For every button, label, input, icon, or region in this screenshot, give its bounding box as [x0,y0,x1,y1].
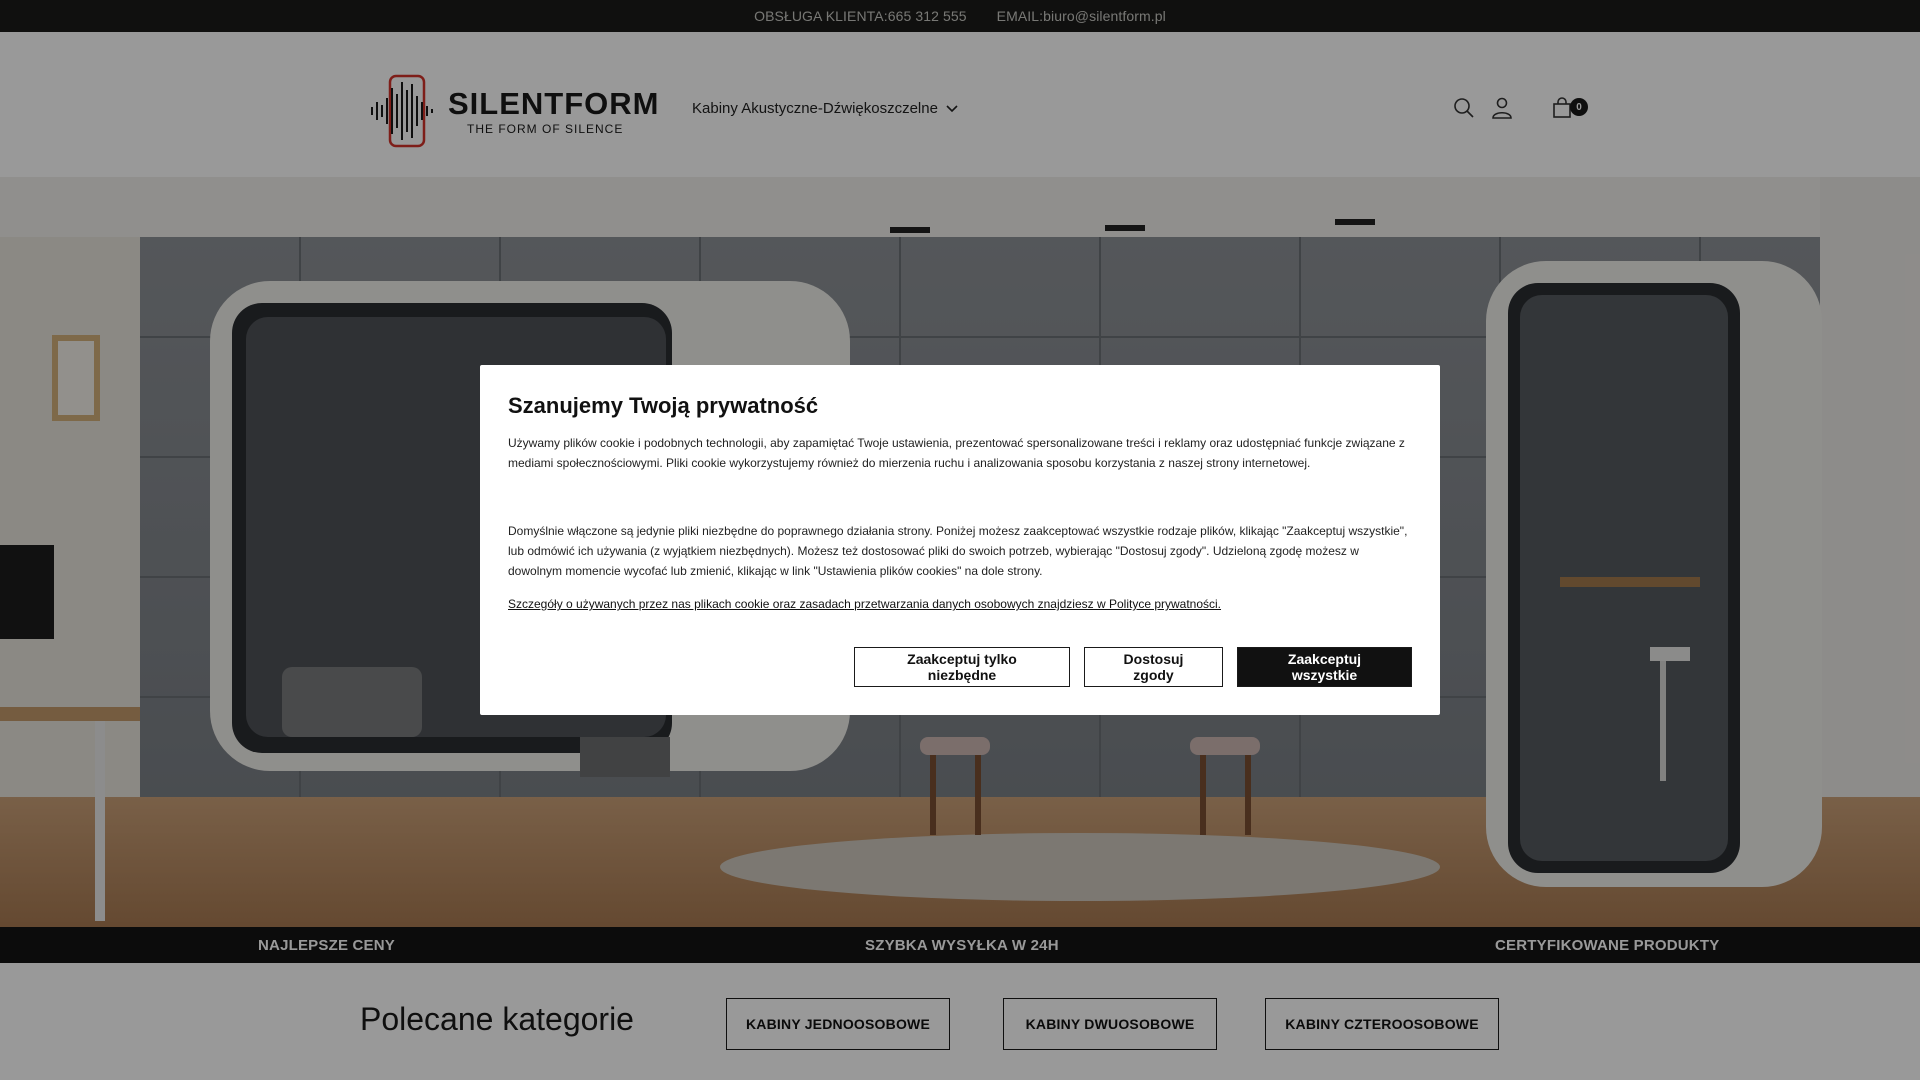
accept-all-button[interactable]: Zaakceptuj wszystkie [1237,647,1412,687]
accept-necessary-button[interactable]: Zaakceptuj tylko niezbędne [854,647,1070,687]
cookie-paragraph-1: Używamy plików cookie i podobnych techno… [508,436,1405,470]
customize-consent-button[interactable]: Dostosuj zgody [1084,647,1223,687]
cookie-paragraph-2: Domyślnie włączone są jedynie pliki niez… [508,524,1408,578]
cookie-buttons: Zaakceptuj tylko niezbędne Dostosuj zgod… [854,647,1412,687]
privacy-policy-link[interactable]: Szczegóły o używanych przez nas plikach … [508,597,1221,611]
cookie-title: Szanujemy Twoją prywatność [508,393,819,418]
cookie-consent-modal: Szanujemy Twoją prywatność Używamy plikó… [480,365,1440,715]
